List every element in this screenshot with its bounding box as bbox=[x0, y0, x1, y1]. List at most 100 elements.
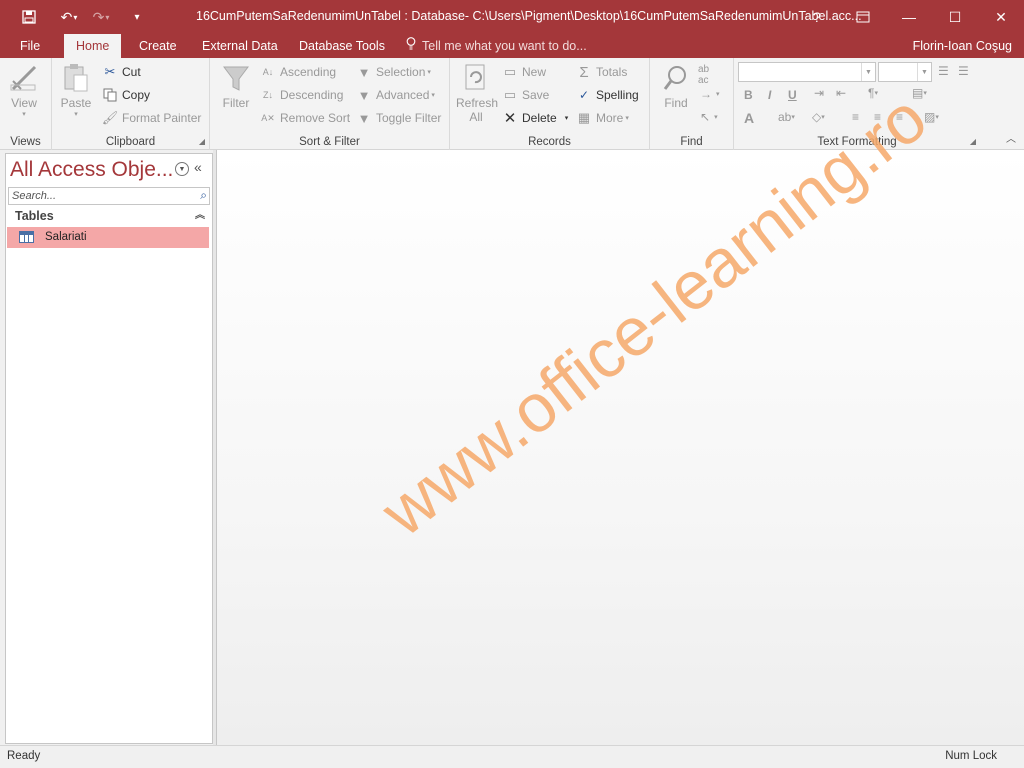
help-icon[interactable]: ? bbox=[794, 0, 840, 34]
remove-sort-label: Remove Sort bbox=[280, 111, 351, 125]
gridlines-icon[interactable]: ▤ ▾ bbox=[912, 86, 927, 100]
ascending-label: Ascending bbox=[280, 65, 337, 79]
selection-filter-icon: ▼ bbox=[357, 64, 371, 80]
more-grid-icon: ▦ bbox=[577, 110, 591, 125]
tell-me-text: Tell me what you want to do... bbox=[422, 39, 587, 53]
find-button[interactable]: Find bbox=[660, 62, 692, 110]
toggle-filter-icon: ▼ bbox=[357, 110, 371, 126]
sigma-icon: Σ bbox=[579, 63, 589, 81]
toggle-filter-label: Toggle Filter bbox=[376, 111, 442, 125]
new-record-icon: ▭ bbox=[503, 64, 517, 79]
view-button[interactable]: View ▾ bbox=[8, 62, 40, 118]
spelling-button[interactable]: ✓ Spelling bbox=[576, 87, 639, 103]
save-record-button[interactable]: ▭ Save bbox=[502, 87, 550, 103]
underline-button[interactable]: U bbox=[788, 88, 797, 102]
font-color-button[interactable]: A bbox=[744, 110, 754, 126]
window-controls: ? — ☐ ✕ bbox=[794, 0, 1024, 34]
toggle-filter-button[interactable]: ▼ Toggle Filter bbox=[356, 110, 442, 126]
status-text: Ready bbox=[7, 750, 41, 762]
collapse-group-icon[interactable]: ︽ bbox=[195, 207, 205, 225]
go-to-icon[interactable]: → ▾ bbox=[700, 87, 720, 101]
filter-button[interactable]: Filter bbox=[220, 62, 252, 110]
more-label: More bbox=[596, 111, 624, 125]
save-record-label: Save bbox=[522, 88, 550, 102]
paste-button[interactable]: Paste ▾ bbox=[60, 62, 92, 118]
status-bar: Ready Num Lock bbox=[0, 745, 1024, 768]
font-name-combo[interactable]: ▼ bbox=[738, 62, 876, 82]
nav-pane-menu-icon[interactable]: ▼ bbox=[175, 162, 189, 176]
paste-label: Paste bbox=[60, 96, 92, 110]
copy-button[interactable]: Copy bbox=[102, 87, 150, 103]
format-painter-label: Format Painter bbox=[122, 111, 202, 125]
selection-label: Selection bbox=[376, 65, 426, 79]
new-record-button[interactable]: ▭ New bbox=[502, 64, 546, 80]
tell-me-box[interactable]: Tell me what you want to do... bbox=[406, 34, 587, 58]
fill-color-icon[interactable]: ◇ ▾ bbox=[812, 110, 825, 124]
window-title: 16CumPutemSaRedenumimUnTabel : Database-… bbox=[196, 9, 862, 23]
nav-group-label: Tables bbox=[15, 209, 54, 223]
totals-button[interactable]: Σ Totals bbox=[576, 63, 627, 81]
copy-icon bbox=[102, 87, 118, 103]
minimize-button[interactable]: — bbox=[886, 0, 932, 34]
new-record-label: New bbox=[522, 65, 547, 79]
font-size-combo[interactable]: ▼ bbox=[878, 62, 932, 82]
tab-external-data[interactable]: External Data bbox=[190, 34, 290, 58]
nav-search-input[interactable] bbox=[9, 188, 189, 204]
selection-button[interactable]: ▼ Selection ▾ bbox=[356, 64, 431, 80]
maximize-button[interactable]: ☐ bbox=[932, 0, 978, 34]
group-clipboard: Paste ▾ ✂ Cut Copy 🖌 Format Painter Clipbo… bbox=[52, 58, 210, 150]
refresh-all-button[interactable]: Refresh All bbox=[456, 62, 498, 124]
cut-button[interactable]: ✂ Cut bbox=[102, 64, 141, 80]
undo-dropdown-icon[interactable]: ▾ bbox=[73, 13, 77, 22]
descending-label: Descending bbox=[280, 88, 344, 102]
ascending-button[interactable]: A↓ Ascending bbox=[260, 64, 336, 80]
bold-button[interactable]: B bbox=[744, 88, 753, 102]
replace-icon[interactable]: ab ac bbox=[698, 64, 709, 86]
customize-qat-icon[interactable]: ▾ bbox=[126, 6, 148, 28]
nav-group-header-tables[interactable]: Tables ︽ bbox=[7, 207, 211, 225]
remove-sort-button[interactable]: A✕ Remove Sort bbox=[260, 110, 350, 126]
more-button[interactable]: ▦ More ▾ bbox=[576, 110, 629, 126]
delete-record-button[interactable]: ✕ Delete ▾ bbox=[502, 110, 569, 127]
select-icon[interactable]: ↖ ▾ bbox=[700, 110, 718, 124]
nav-item-salariati[interactable]: Salariati bbox=[7, 227, 209, 248]
advanced-button[interactable]: ▼ Advanced ▾ bbox=[356, 87, 435, 103]
increase-indent-icon[interactable]: ⇥ bbox=[814, 86, 824, 100]
close-button[interactable]: ✕ bbox=[978, 0, 1024, 34]
save-record-icon: ▭ bbox=[503, 87, 517, 102]
cut-label: Cut bbox=[122, 65, 141, 79]
account-name[interactable]: Florin-Ioan Coşug bbox=[913, 34, 1012, 58]
format-painter-button[interactable]: 🖌 Format Painter bbox=[102, 110, 202, 126]
italic-button[interactable]: I bbox=[768, 88, 771, 102]
decrease-indent-icon[interactable]: ⇤ bbox=[836, 86, 846, 100]
descending-button[interactable]: Z↓ Descending bbox=[260, 87, 343, 103]
font-size-dropdown-icon: ▼ bbox=[917, 63, 931, 81]
search-icon[interactable]: ⌕ bbox=[200, 188, 207, 203]
ribbon-display-options-icon[interactable] bbox=[840, 0, 886, 34]
view-icon bbox=[8, 62, 40, 94]
collapse-ribbon-icon[interactable]: ︿ bbox=[1006, 130, 1016, 145]
nav-item-label: Salariati bbox=[45, 231, 87, 243]
shutter-bar-close-icon[interactable]: « bbox=[194, 159, 202, 175]
bullets-icon[interactable]: ☰ bbox=[938, 64, 949, 78]
highlight-icon[interactable]: ab ▾ bbox=[778, 110, 795, 124]
save-icon[interactable] bbox=[18, 6, 40, 28]
group-label-find: Find bbox=[680, 136, 703, 148]
more-dropdown-icon: ▾ bbox=[625, 115, 629, 122]
redo-icon: ↷ bbox=[92, 8, 105, 25]
text-formatting-launcher-icon[interactable]: ◢ bbox=[970, 137, 976, 146]
delete-dropdown-icon[interactable]: ▾ bbox=[565, 114, 569, 122]
delete-label: Delete bbox=[522, 111, 557, 125]
nav-search-box: ⌕ bbox=[8, 187, 210, 205]
redo-button[interactable]: ↷ ▾ bbox=[90, 6, 112, 28]
tab-database-tools[interactable]: Database Tools bbox=[287, 34, 397, 58]
numbering-icon[interactable]: ☰ bbox=[958, 64, 969, 78]
tab-create[interactable]: Create bbox=[127, 34, 189, 58]
tab-file[interactable]: File bbox=[8, 34, 52, 58]
clipboard-launcher-icon[interactable]: ◢ bbox=[199, 137, 205, 146]
undo-button[interactable]: ↶ ▾ bbox=[58, 6, 80, 28]
redo-dropdown-icon[interactable]: ▾ bbox=[105, 13, 109, 22]
nav-pane-title[interactable]: All Access Obje... bbox=[10, 158, 173, 182]
view-dropdown-icon: ▾ bbox=[22, 111, 26, 118]
tab-home[interactable]: Home bbox=[64, 34, 122, 58]
